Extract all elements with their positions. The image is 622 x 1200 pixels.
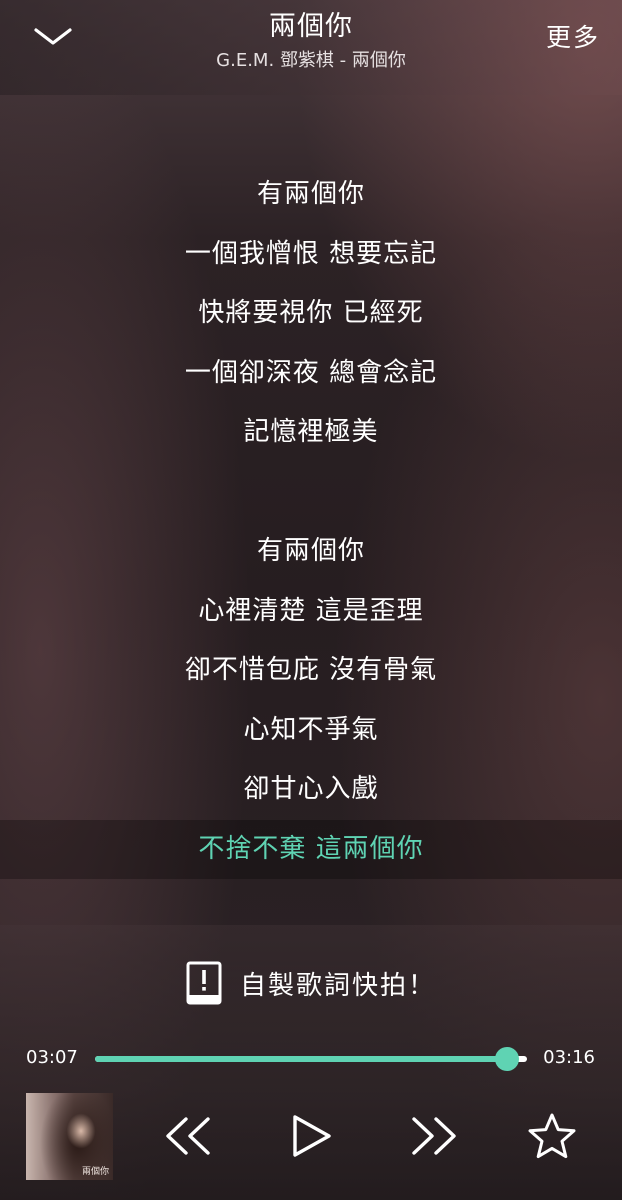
lyric-line: 快將要視你 已經死 <box>198 298 424 328</box>
song-title: 兩個你 <box>269 11 353 42</box>
progress-slider[interactable] <box>95 1047 527 1071</box>
lyric-line: 一個卻深夜 總會念記 <box>184 357 438 388</box>
lyrics-panel[interactable]: 有兩個你 一個我憎恨 想要忘記 快將要視你 已經死 一個卻深夜 總會念記 記憶裡極美 有兩… <box>0 165 622 879</box>
album-caption: 兩個你 <box>81 1167 109 1177</box>
lyric-line: 有兩個你 <box>256 536 365 566</box>
star-icon <box>528 1113 576 1159</box>
elapsed-time: 03:07 <box>26 1047 78 1068</box>
player-panel: 自製歌詞快拍！ 03:07 03:16 兩個你 <box>0 925 622 1200</box>
lyrics-snapshot-label: 自製歌詞快拍！ <box>239 970 436 1001</box>
progress-thumb[interactable] <box>495 1047 520 1071</box>
play-icon <box>293 1115 331 1157</box>
lyrics-snapshot-button[interactable]: 自製歌詞快拍！ <box>0 960 622 1006</box>
progress-fill <box>95 1056 508 1062</box>
lyric-line: 心裡清楚 這是歪理 <box>198 595 424 626</box>
lyric-line: 記憶裡極美 <box>243 417 379 447</box>
lyric-line-current: 不捨不棄 這兩個你 <box>0 819 622 879</box>
next-button[interactable] <box>406 1113 460 1159</box>
play-button[interactable] <box>288 1113 334 1159</box>
more-button[interactable]: 更多 <box>546 18 600 54</box>
lyric-line <box>0 463 622 523</box>
lyric-line: 卻甘心入戲 <box>243 774 379 804</box>
previous-button[interactable] <box>162 1113 216 1159</box>
lyric-line: 卻不惜包庇 沒有骨氣 <box>184 655 438 685</box>
lyric-line: 有兩個你 <box>256 179 365 209</box>
lyric-line: 心知不爭氣 <box>243 714 379 745</box>
total-time: 03:16 <box>543 1047 595 1068</box>
lyric-line: 一個我憎恨 想要忘記 <box>184 238 438 269</box>
lyrics-card-icon <box>186 961 222 1005</box>
fast-forward-icon <box>412 1117 456 1155</box>
header: 兩個你 G.E.M. 鄧紫棋 - 兩個你 更多 <box>0 0 622 95</box>
song-artist: G.E.M. 鄧紫棋 - 兩個你 <box>216 50 406 71</box>
favorite-button[interactable] <box>526 1111 578 1161</box>
album-art[interactable]: 兩個你 <box>26 1093 113 1180</box>
rewind-icon <box>166 1117 210 1155</box>
